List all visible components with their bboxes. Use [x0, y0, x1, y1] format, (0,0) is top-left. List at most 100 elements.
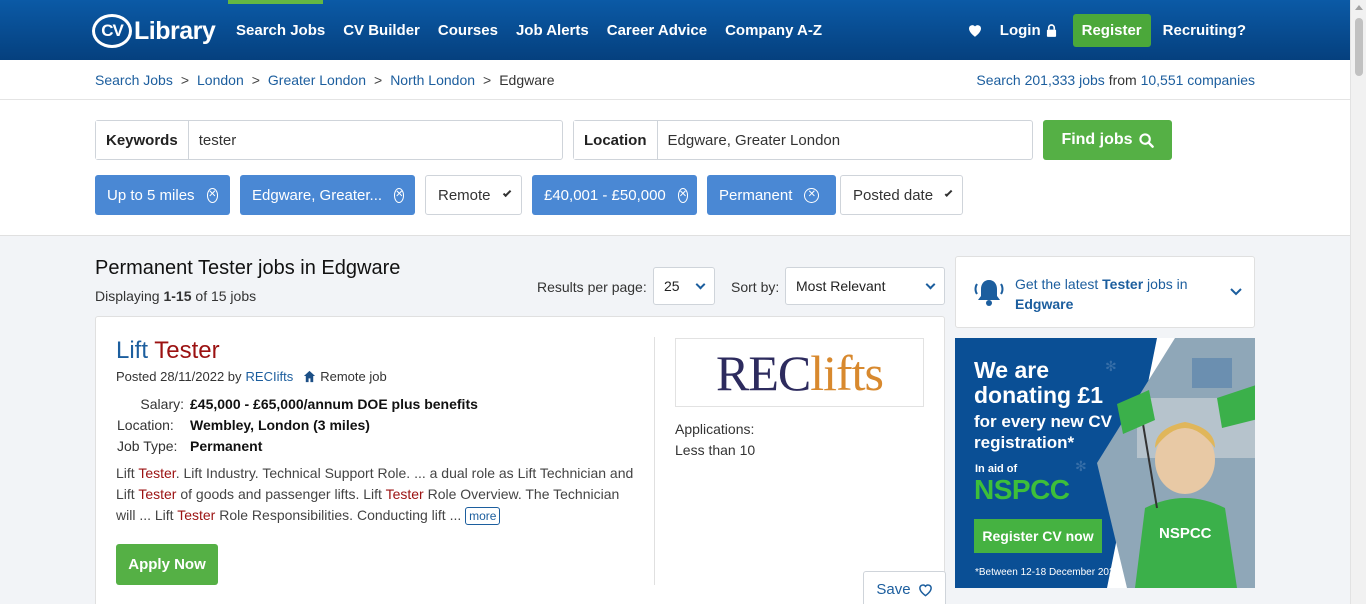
save-job-button[interactable]: Save: [863, 571, 946, 604]
breadcrumb-separator: >: [374, 72, 383, 88]
banner-line3: for every new CV: [974, 412, 1112, 431]
alert-keyword: Tester: [1102, 276, 1144, 292]
more-button[interactable]: more: [465, 507, 501, 525]
desc-keyword: Tester: [177, 507, 216, 523]
job-location-row: Location: Wembley, London (3 miles): [117, 414, 478, 435]
filter-type-label: Permanent: [719, 186, 793, 204]
chevron-down-icon: [925, 279, 936, 289]
applications-value: Less than 10: [675, 442, 756, 458]
stats-from: from: [1108, 72, 1137, 88]
breadcrumb-bar: Search Jobs > London > Greater London > …: [0, 60, 1350, 100]
job-salary-row: Salary: £45,000 - £65,000/annum DOE plus…: [117, 393, 478, 414]
breadcrumb-current: Edgware: [499, 72, 555, 88]
job-type-value: Permanent: [190, 437, 263, 454]
banner-footnote: *Between 12-18 December 2022: [975, 567, 1121, 578]
chevron-down-icon: [695, 279, 706, 289]
alert-location: Edgware: [1015, 296, 1074, 312]
scrollbar-thumb[interactable]: [1355, 18, 1363, 76]
home-icon: [304, 370, 316, 383]
page-scrollbar[interactable]: [1350, 0, 1366, 604]
filter-chip-salary[interactable]: £40,001 - £50,000 ✕: [532, 175, 697, 215]
filter-chip-job-type[interactable]: Permanent ✕: [707, 175, 836, 215]
recruiting-link[interactable]: Recruiting?: [1163, 22, 1246, 39]
breadcrumb-search-jobs[interactable]: Search Jobs: [95, 72, 173, 88]
filter-dropdown-posted-date[interactable]: Posted date: [840, 175, 963, 215]
nav-search-jobs[interactable]: Search Jobs: [236, 22, 325, 39]
company-logo-rec: REC: [715, 344, 811, 401]
remove-filter-icon[interactable]: ✕: [394, 187, 405, 203]
job-salary-value: £45,000 - £65,000/annum DOE plus benefit…: [190, 395, 478, 412]
filter-salary-label: £40,001 - £50,000: [544, 186, 666, 204]
results-count: Displaying 1-15 of 15 jobs: [95, 288, 256, 304]
lock-icon: [1046, 23, 1056, 37]
company-logo[interactable]: REC lifts: [675, 338, 924, 407]
banner-line1: We are: [974, 357, 1050, 383]
nspcc-logo-text: NSPCC: [974, 474, 1070, 505]
scroll-up-arrow-icon[interactable]: [1355, 5, 1363, 10]
register-cv-button[interactable]: Register CV now: [974, 519, 1102, 553]
job-description-snippet: Lift Tester. Lift Industry. Technical Su…: [116, 463, 636, 526]
job-type-label: Job Type:: [117, 437, 178, 454]
results-per-page-value: 25: [664, 278, 680, 294]
nav-company-a-z[interactable]: Company A-Z: [725, 22, 822, 39]
breadcrumb-north-london[interactable]: North London: [390, 72, 475, 88]
filter-chip-location[interactable]: Edgware, Greater... ✕: [240, 175, 415, 215]
location-label: Location: [574, 121, 658, 159]
desc-text: Lift: [116, 465, 135, 481]
apply-now-button[interactable]: Apply Now: [116, 544, 218, 585]
stats-prefix[interactable]: Search: [976, 72, 1020, 88]
bell-icon: [974, 280, 1004, 306]
find-jobs-label: Find jobs: [1061, 131, 1133, 148]
nav-cv-builder[interactable]: CV Builder: [343, 22, 420, 39]
remove-filter-icon[interactable]: ✕: [677, 187, 689, 203]
keywords-field[interactable]: Keywords tester: [95, 120, 563, 160]
heart-outline-icon: [918, 583, 932, 597]
remove-filter-icon[interactable]: ✕: [206, 187, 218, 203]
job-company-link[interactable]: RECIifts: [246, 369, 294, 384]
nav-courses[interactable]: Courses: [438, 22, 498, 39]
breadcrumb-london[interactable]: London: [197, 72, 244, 88]
alert-mid: jobs in: [1147, 276, 1188, 292]
child-with-flag-photo: NSPCC: [1097, 338, 1255, 588]
filter-dropdown-remote[interactable]: Remote: [425, 175, 522, 215]
results-count-suffix: of 15 jobs: [195, 288, 257, 304]
remove-filter-icon[interactable]: ✕: [804, 187, 820, 203]
desc-text: Role Responsibilities. Conducting lift .…: [219, 507, 462, 523]
job-title-link[interactable]: Lift Tester: [116, 337, 220, 365]
job-type-row: Job Type: Permanent: [117, 435, 478, 456]
company-logo-lifts: lifts: [810, 344, 884, 401]
filter-distance-label: Up to 5 miles: [107, 186, 195, 204]
location-input[interactable]: Edgware, Greater London: [658, 121, 851, 159]
register-button[interactable]: Register: [1072, 13, 1151, 47]
job-location-label: Location:: [117, 416, 174, 433]
nav-job-alerts[interactable]: Job Alerts: [516, 22, 589, 39]
nspcc-promo-banner[interactable]: ✻ ✻ ✻ NSPCC We are donating £1 for every…: [955, 338, 1255, 588]
banner-line4: registration*: [974, 433, 1075, 452]
filter-remote-label: Remote: [438, 186, 491, 204]
keywords-input[interactable]: tester: [189, 121, 247, 159]
job-alert-text[interactable]: Get the latest Tester jobs in Edgware: [1015, 274, 1215, 314]
job-alert-box[interactable]: Get the latest Tester jobs in Edgware: [955, 256, 1255, 328]
desc-keyword: Tester: [138, 465, 176, 481]
find-jobs-button[interactable]: Find jobs: [1043, 120, 1172, 160]
breadcrumb-greater-london[interactable]: Greater London: [268, 72, 366, 88]
applications-label: Applications:: [675, 421, 755, 437]
desc-text: of goods and passenger lifts. Lift: [180, 486, 382, 502]
heart-icon[interactable]: [966, 21, 984, 39]
filter-chip-distance[interactable]: Up to 5 miles ✕: [95, 175, 230, 215]
results-per-page-select[interactable]: 25: [653, 267, 715, 305]
login-link[interactable]: Login: [1000, 22, 1057, 39]
cv-library-logo[interactable]: CV Library: [92, 12, 216, 50]
stats-companies-count[interactable]: 10,551 companies: [1141, 72, 1255, 88]
stats-jobs-count[interactable]: 201,333 jobs: [1025, 72, 1105, 88]
top-navigation: CV Library Search Jobs CV Builder Course…: [0, 0, 1350, 60]
alert-prefix: Get the latest: [1015, 276, 1099, 292]
chevron-down-icon[interactable]: [1230, 288, 1242, 296]
nav-career-advice[interactable]: Career Advice: [607, 22, 707, 39]
location-field[interactable]: Location Edgware, Greater London: [573, 120, 1033, 160]
breadcrumb-separator: >: [483, 72, 492, 88]
job-location-value: Wembley, London (3 miles): [190, 416, 370, 433]
save-label: Save: [876, 581, 911, 598]
card-divider: [654, 337, 655, 585]
sort-by-select[interactable]: Most Relevant: [785, 267, 945, 305]
